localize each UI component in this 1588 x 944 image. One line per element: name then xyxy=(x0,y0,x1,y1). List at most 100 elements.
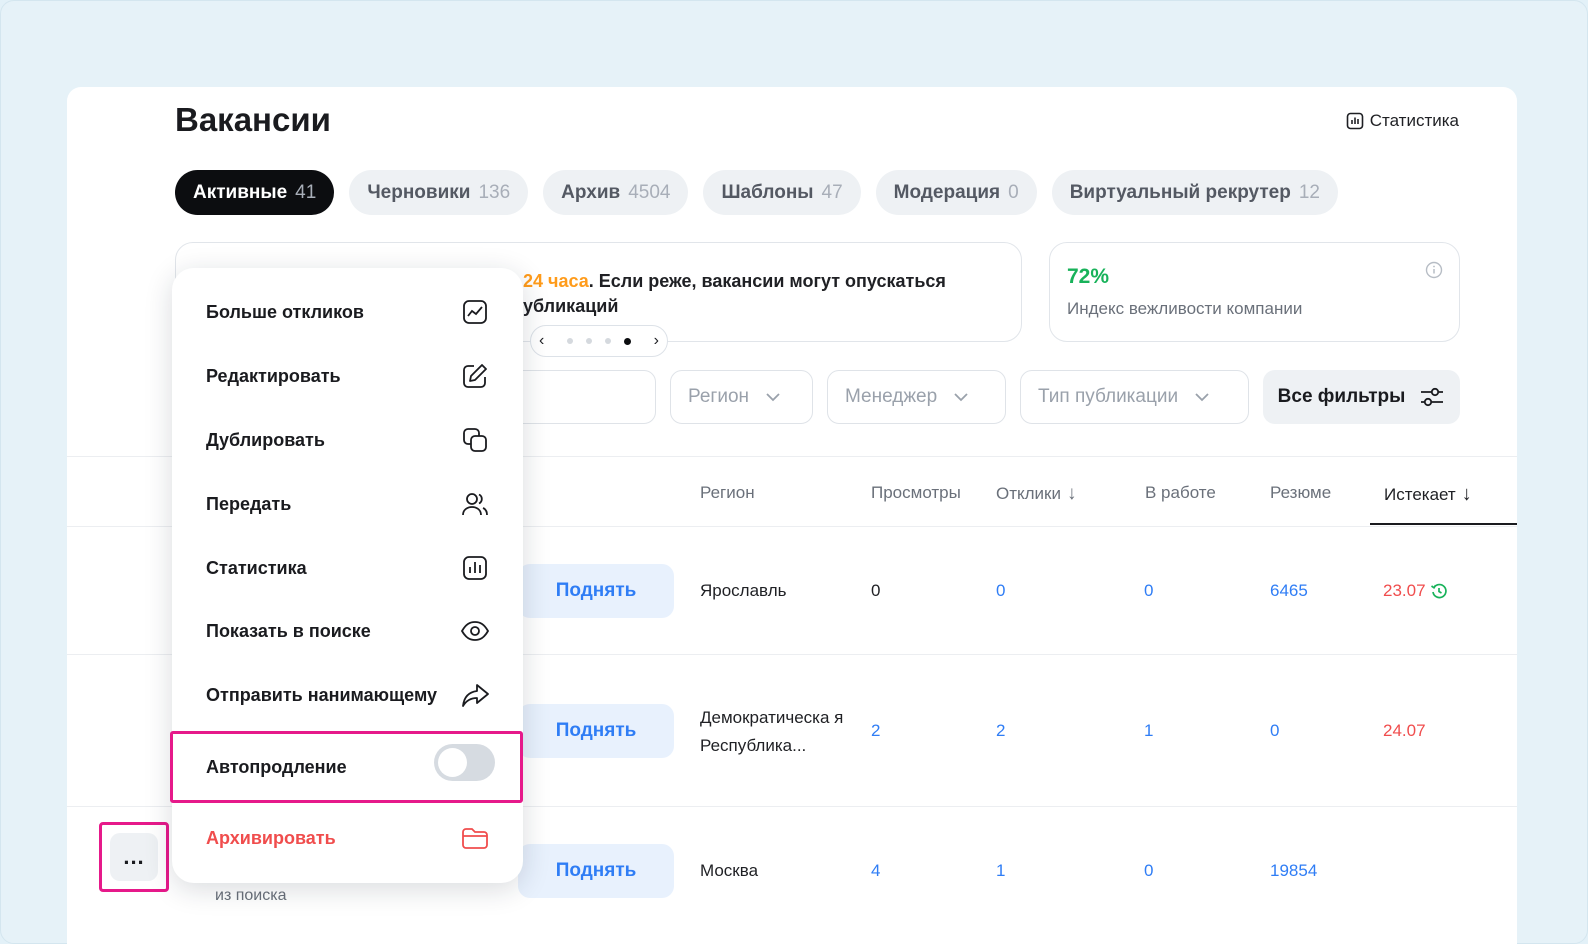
more-actions-button[interactable]: ... xyxy=(110,833,158,881)
column-expires[interactable]: Истекает ↓ xyxy=(1384,483,1472,506)
tab-drafts[interactable]: Черновики 136 xyxy=(349,170,529,215)
tab-count: 47 xyxy=(821,181,843,203)
manager-filter[interactable]: Менеджер xyxy=(827,370,1006,424)
menu-item-label: Редактировать xyxy=(206,365,341,386)
banner-line1: . Если реже, вакансии могут опускаться xyxy=(588,271,946,291)
chevron-down-icon xyxy=(1195,393,1209,402)
row-region: Демократическа я Республика... xyxy=(700,708,844,755)
politeness-label: Индекс вежливости компании xyxy=(1067,299,1303,318)
pager-dot[interactable] xyxy=(567,338,573,344)
renew-clock-icon[interactable] xyxy=(1430,582,1448,600)
menu-item-label: Показать в поиске xyxy=(206,620,371,641)
stats-icon xyxy=(463,556,487,580)
menu-item-more-responses[interactable]: Больше откликов xyxy=(206,292,490,332)
column-label: Резюме xyxy=(1270,483,1332,502)
publication-type-filter[interactable]: Тип публикации xyxy=(1020,370,1249,424)
tab-active[interactable]: Активные 41 xyxy=(175,170,335,215)
statistics-link[interactable]: Статистика xyxy=(1346,111,1459,131)
active-sort-indicator xyxy=(1370,523,1517,525)
duplicate-icon xyxy=(463,428,487,452)
row-in-work[interactable]: 1 xyxy=(1144,721,1153,741)
column-in-work[interactable]: В работе xyxy=(1145,483,1216,503)
row-resumes[interactable]: 6465 xyxy=(1270,581,1308,601)
tab-label: Активные xyxy=(193,181,288,203)
column-label: Просмотры xyxy=(871,483,961,502)
lift-button[interactable]: Поднять xyxy=(518,564,674,618)
all-filters-button[interactable]: Все фильтры xyxy=(1263,370,1460,424)
info-icon[interactable] xyxy=(1425,261,1443,279)
tab-count: 41 xyxy=(295,181,317,203)
menu-item-edit[interactable]: Редактировать xyxy=(206,356,490,396)
lift-button[interactable]: Поднять xyxy=(518,704,674,758)
tab-count: 136 xyxy=(478,181,511,203)
publication-type-label: Тип публикации xyxy=(1038,386,1179,407)
row-responses[interactable]: 1 xyxy=(996,861,1005,881)
column-label: Истекает xyxy=(1384,484,1456,504)
tab-label: Архив xyxy=(561,181,621,203)
menu-item-show-in-search[interactable]: Показать в поиске xyxy=(206,611,490,651)
lift-button[interactable]: Поднять xyxy=(518,844,674,898)
chevron-down-icon xyxy=(766,393,780,402)
tab-moderation[interactable]: Модерация 0 xyxy=(875,170,1037,215)
column-label: Регион xyxy=(700,483,755,502)
tab-label: Шаблоны xyxy=(721,181,814,203)
row-views[interactable]: 2 xyxy=(871,721,880,741)
region-filter[interactable]: Регион xyxy=(670,370,813,424)
pager-dots xyxy=(567,337,631,345)
row-in-work[interactable]: 0 xyxy=(1144,581,1153,601)
banner-text: 24 часа. Если реже, вакансии могут опуск… xyxy=(523,269,1003,319)
menu-item-label: Архивировать xyxy=(206,827,336,848)
toggle-knob xyxy=(438,748,467,777)
page-title: Вакансии xyxy=(175,101,331,138)
menu-item-label: Дублировать xyxy=(206,429,325,450)
chevron-down-icon xyxy=(954,393,968,402)
tab-label: Модерация xyxy=(893,181,1001,203)
menu-item-duplicate[interactable]: Дублировать xyxy=(206,420,490,460)
tab-virtual-recruiter[interactable]: Виртуальный рекрутер 12 xyxy=(1051,170,1338,215)
sliders-icon xyxy=(1421,387,1444,407)
pager-dot-active[interactable] xyxy=(624,337,631,345)
tab-label: Черновики xyxy=(367,181,471,203)
menu-item-statistics[interactable]: Статистика xyxy=(206,548,490,588)
column-responses[interactable]: Отклики ↓ xyxy=(996,483,1077,505)
tab-templates[interactable]: Шаблоны 47 xyxy=(703,170,861,215)
menu-item-label: Отправить нанимающему xyxy=(206,684,438,705)
row-in-work[interactable]: 0 xyxy=(1144,861,1153,881)
column-label: В работе xyxy=(1145,483,1216,502)
row-region: Москва xyxy=(700,861,759,880)
column-resumes[interactable]: Резюме xyxy=(1270,483,1331,503)
row-views: 0 xyxy=(871,581,881,600)
row-expires-date: 23.07 xyxy=(1383,581,1426,600)
row-resumes[interactable]: 0 xyxy=(1270,721,1279,741)
region-filter-label: Регион xyxy=(688,386,750,407)
row-views[interactable]: 4 xyxy=(871,861,880,881)
trend-chart-icon xyxy=(463,300,487,324)
tab-count: 12 xyxy=(1298,181,1320,203)
menu-item-transfer[interactable]: Передать xyxy=(206,484,490,524)
row-responses[interactable]: 0 xyxy=(996,581,1005,601)
menu-item-archive[interactable]: Архивировать xyxy=(206,818,490,858)
users-icon xyxy=(462,493,488,516)
column-region[interactable]: Регион xyxy=(700,483,755,503)
tab-archive[interactable]: Архив 4504 xyxy=(543,170,689,215)
column-views[interactable]: Просмотры xyxy=(871,483,961,503)
politeness-card: 72% Индекс вежливости компании xyxy=(1049,242,1460,342)
pager-dot[interactable] xyxy=(586,338,592,344)
tab-count: 0 xyxy=(1008,181,1019,203)
autorenew-toggle[interactable] xyxy=(434,744,495,781)
edit-icon xyxy=(463,364,487,388)
menu-item-send-to-hiring-manager[interactable]: Отправить нанимающему xyxy=(206,675,490,715)
row-responses[interactable]: 2 xyxy=(996,721,1005,741)
menu-item-label: Статистика xyxy=(206,557,307,578)
chevron-right-icon[interactable]: › xyxy=(654,332,659,350)
row-resumes[interactable]: 19854 xyxy=(1270,861,1317,881)
pager-dot[interactable] xyxy=(605,338,611,344)
stats-icon xyxy=(1346,112,1364,130)
chevron-left-icon[interactable]: ‹ xyxy=(539,332,544,350)
status-tabs: Активные 41 Черновики 136 Архив 4504 Шаблон… xyxy=(175,170,1338,215)
eye-icon xyxy=(460,621,490,641)
arrow-down-icon: ↓ xyxy=(1067,483,1077,504)
row-expires: 23.07 xyxy=(1383,581,1448,601)
row-expires: 24.07 xyxy=(1383,721,1426,740)
column-label: Отклики xyxy=(996,484,1061,503)
